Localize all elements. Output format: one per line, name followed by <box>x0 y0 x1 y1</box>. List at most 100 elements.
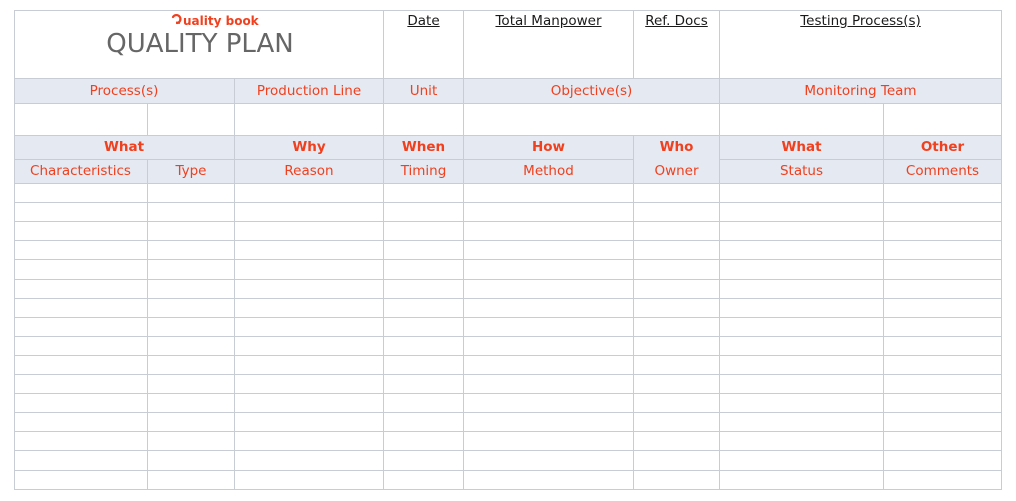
table-cell[interactable] <box>634 222 719 240</box>
table-cell[interactable] <box>720 203 883 221</box>
testing-process-field-label[interactable]: Testing Process(s) <box>720 11 1001 31</box>
table-cell[interactable] <box>235 337 383 355</box>
table-cell[interactable] <box>634 241 719 259</box>
table-cell[interactable] <box>15 451 147 469</box>
table-cell[interactable] <box>148 413 234 431</box>
monitoring-team-input-cell-1[interactable] <box>720 104 883 135</box>
table-cell[interactable] <box>884 260 1001 278</box>
table-cell[interactable] <box>464 203 633 221</box>
table-cell[interactable] <box>148 432 234 450</box>
table-cell[interactable] <box>464 451 633 469</box>
table-cell[interactable] <box>634 356 719 374</box>
table-cell[interactable] <box>464 413 633 431</box>
table-cell[interactable] <box>720 413 883 431</box>
table-cell[interactable] <box>235 318 383 336</box>
table-cell[interactable] <box>384 241 463 259</box>
table-cell[interactable] <box>720 394 883 412</box>
table-cell[interactable] <box>235 203 383 221</box>
table-cell[interactable] <box>720 337 883 355</box>
table-cell[interactable] <box>464 222 633 240</box>
table-cell[interactable] <box>634 413 719 431</box>
unit-input-cell[interactable] <box>384 104 463 135</box>
table-cell[interactable] <box>384 222 463 240</box>
table-cell[interactable] <box>884 337 1001 355</box>
table-cell[interactable] <box>235 394 383 412</box>
table-cell[interactable] <box>464 375 633 393</box>
table-cell[interactable] <box>464 241 633 259</box>
table-cell[interactable] <box>720 184 883 202</box>
table-cell[interactable] <box>884 471 1001 489</box>
table-cell[interactable] <box>884 184 1001 202</box>
table-cell[interactable] <box>148 260 234 278</box>
ref-docs-field-label[interactable]: Ref. Docs <box>634 11 719 31</box>
table-cell[interactable] <box>384 318 463 336</box>
table-cell[interactable] <box>884 203 1001 221</box>
table-cell[interactable] <box>720 299 883 317</box>
table-cell[interactable] <box>15 471 147 489</box>
table-cell[interactable] <box>634 451 719 469</box>
table-cell[interactable] <box>634 375 719 393</box>
table-cell[interactable] <box>884 394 1001 412</box>
table-cell[interactable] <box>464 471 633 489</box>
table-cell[interactable] <box>15 184 147 202</box>
table-cell[interactable] <box>384 260 463 278</box>
table-cell[interactable] <box>634 337 719 355</box>
table-cell[interactable] <box>634 203 719 221</box>
table-cell[interactable] <box>884 375 1001 393</box>
table-cell[interactable] <box>884 222 1001 240</box>
table-cell[interactable] <box>464 260 633 278</box>
process-input-cell-1[interactable] <box>15 104 147 135</box>
table-cell[interactable] <box>464 318 633 336</box>
table-cell[interactable] <box>15 299 147 317</box>
table-cell[interactable] <box>720 432 883 450</box>
table-cell[interactable] <box>148 394 234 412</box>
table-cell[interactable] <box>384 356 463 374</box>
table-cell[interactable] <box>148 471 234 489</box>
table-cell[interactable] <box>235 375 383 393</box>
table-cell[interactable] <box>15 413 147 431</box>
total-manpower-field-label[interactable]: Total Manpower <box>464 11 633 31</box>
table-cell[interactable] <box>634 432 719 450</box>
table-cell[interactable] <box>148 241 234 259</box>
table-cell[interactable] <box>720 356 883 374</box>
table-cell[interactable] <box>720 241 883 259</box>
table-cell[interactable] <box>720 222 883 240</box>
table-cell[interactable] <box>15 356 147 374</box>
table-cell[interactable] <box>235 241 383 259</box>
table-cell[interactable] <box>720 318 883 336</box>
table-cell[interactable] <box>464 337 633 355</box>
table-cell[interactable] <box>148 356 234 374</box>
table-cell[interactable] <box>235 222 383 240</box>
table-cell[interactable] <box>884 356 1001 374</box>
table-cell[interactable] <box>634 184 719 202</box>
objective-input-cell[interactable] <box>464 104 719 135</box>
table-cell[interactable] <box>884 451 1001 469</box>
table-cell[interactable] <box>384 413 463 431</box>
table-cell[interactable] <box>634 299 719 317</box>
table-cell[interactable] <box>884 432 1001 450</box>
table-cell[interactable] <box>235 451 383 469</box>
table-cell[interactable] <box>634 394 719 412</box>
table-cell[interactable] <box>235 280 383 298</box>
production-line-input-cell[interactable] <box>235 104 383 135</box>
table-cell[interactable] <box>464 280 633 298</box>
table-cell[interactable] <box>720 375 883 393</box>
table-cell[interactable] <box>15 318 147 336</box>
table-cell[interactable] <box>148 451 234 469</box>
table-cell[interactable] <box>235 356 383 374</box>
process-input-cell-2[interactable] <box>148 104 234 135</box>
table-cell[interactable] <box>148 337 234 355</box>
table-cell[interactable] <box>15 222 147 240</box>
table-cell[interactable] <box>884 413 1001 431</box>
table-cell[interactable] <box>148 375 234 393</box>
monitoring-team-input-cell-2[interactable] <box>884 104 1001 135</box>
table-cell[interactable] <box>15 337 147 355</box>
table-cell[interactable] <box>720 471 883 489</box>
table-cell[interactable] <box>384 299 463 317</box>
table-cell[interactable] <box>148 222 234 240</box>
table-cell[interactable] <box>15 375 147 393</box>
table-cell[interactable] <box>384 184 463 202</box>
table-cell[interactable] <box>384 432 463 450</box>
date-field-label[interactable]: Date <box>384 11 463 31</box>
table-cell[interactable] <box>884 299 1001 317</box>
